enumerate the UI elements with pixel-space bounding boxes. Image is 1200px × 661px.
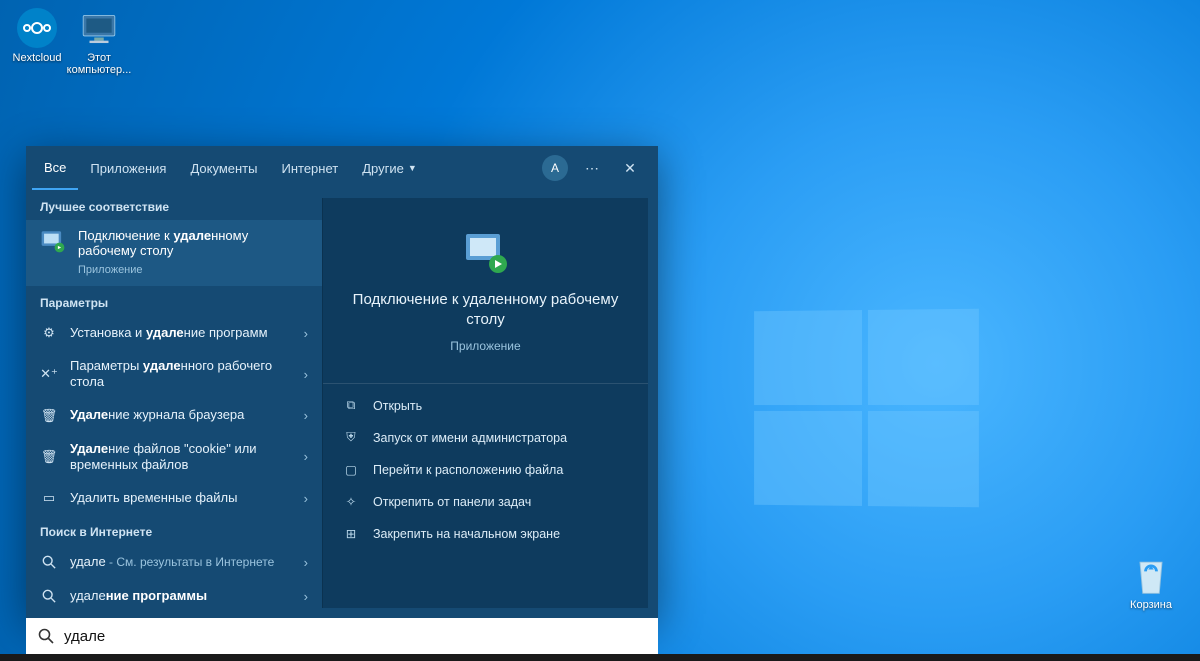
action-run-as-admin[interactable]: ⛨ Запуск от имени администратора bbox=[323, 422, 648, 454]
tab-documents[interactable]: Документы bbox=[178, 146, 269, 190]
close-button[interactable]: ✕ bbox=[616, 154, 644, 182]
recycle-bin-icon bbox=[1131, 555, 1171, 595]
chevron-right-icon: › bbox=[304, 408, 308, 423]
search-results-list: Лучшее соответствие Подключение к удален… bbox=[26, 190, 322, 618]
desktop-icon-label: Этот компьютер... bbox=[62, 52, 136, 76]
pin-icon: ⊞ bbox=[343, 526, 359, 542]
cookie-icon: 🗑 bbox=[40, 448, 58, 466]
chevron-right-icon: › bbox=[304, 326, 308, 341]
preview-type: Приложение bbox=[351, 339, 620, 353]
settings-result-clear-cookies[interactable]: 🗑 Удаление файлов "cookie" или временных… bbox=[26, 433, 322, 482]
tab-apps[interactable]: Приложения bbox=[78, 146, 178, 190]
section-settings: Параметры bbox=[26, 286, 322, 316]
desktop-icon-this-pc[interactable]: Этот компьютер... bbox=[62, 8, 136, 76]
windows-logo-backdrop bbox=[754, 309, 979, 508]
best-match-title: Подключение к удаленному рабочему столу bbox=[78, 228, 308, 258]
search-icon bbox=[38, 628, 54, 644]
best-match-type: Приложение bbox=[78, 264, 308, 276]
open-icon: ⧉ bbox=[343, 398, 359, 414]
search-input[interactable] bbox=[64, 628, 646, 645]
action-pin-start[interactable]: ⊞ Закрепить на начальном экране bbox=[323, 518, 648, 550]
action-open-file-location[interactable]: ▢ Перейти к расположению файла bbox=[323, 454, 648, 486]
taskbar-search-box[interactable] bbox=[26, 618, 658, 654]
best-match-item[interactable]: Подключение к удаленному рабочему столу … bbox=[26, 220, 322, 286]
search-icon bbox=[40, 587, 58, 605]
folder-icon: ▢ bbox=[343, 462, 359, 478]
chevron-right-icon: › bbox=[304, 367, 308, 382]
search-icon bbox=[40, 553, 58, 571]
search-panel-header: Все Приложения Документы Интернет Другие… bbox=[26, 146, 658, 190]
computer-icon bbox=[79, 8, 119, 48]
more-options-button[interactable]: ⋯ bbox=[578, 154, 606, 182]
preview-title: Подключение к удаленному рабочему столу bbox=[351, 290, 620, 331]
shield-icon: ⛨ bbox=[343, 430, 359, 446]
divider bbox=[323, 383, 648, 384]
search-preview-pane: Подключение к удаленному рабочему столу … bbox=[322, 198, 648, 608]
web-result-0[interactable]: удале - См. результаты в Интернете › bbox=[26, 545, 322, 579]
chevron-right-icon: › bbox=[304, 555, 308, 570]
chevron-right-icon: › bbox=[304, 589, 308, 604]
preview-app-icon bbox=[462, 228, 510, 276]
chevron-down-icon: ▼ bbox=[408, 163, 417, 173]
desktop-icon-label: Корзина bbox=[1114, 599, 1188, 611]
section-web-search: Поиск в Интернете bbox=[26, 515, 322, 545]
settings-result-uninstall-programs[interactable]: ⚙ Установка и удаление программ › bbox=[26, 316, 322, 350]
gear-icon: ⚙ bbox=[40, 324, 58, 342]
remote-desktop-icon bbox=[40, 228, 66, 254]
section-best-match: Лучшее соответствие bbox=[26, 190, 322, 220]
user-avatar[interactable]: A bbox=[542, 155, 568, 181]
tab-all[interactable]: Все bbox=[32, 146, 78, 190]
action-unpin-taskbar[interactable]: ✧ Открепить от панели задач bbox=[323, 486, 648, 518]
action-open[interactable]: ⧉ Открыть bbox=[323, 390, 648, 422]
taskbar[interactable] bbox=[0, 654, 1200, 661]
unpin-icon: ✧ bbox=[343, 494, 359, 510]
history-icon: 🗑 bbox=[40, 407, 58, 425]
web-result-1[interactable]: удаление программы › bbox=[26, 579, 322, 613]
storage-icon: ▭ bbox=[40, 489, 58, 507]
start-search-panel: Все Приложения Документы Интернет Другие… bbox=[26, 146, 658, 618]
tab-internet[interactable]: Интернет bbox=[269, 146, 350, 190]
settings-result-delete-temp-files[interactable]: ▭ Удалить временные файлы › bbox=[26, 481, 322, 515]
settings-result-remote-desktop-params[interactable]: ✕⁺ Параметры удаленного рабочего стола › bbox=[26, 350, 322, 399]
chevron-right-icon: › bbox=[304, 449, 308, 464]
remote-icon: ✕⁺ bbox=[40, 365, 58, 383]
nextcloud-icon bbox=[17, 8, 57, 48]
desktop-icon-recycle-bin[interactable]: Корзина bbox=[1114, 555, 1188, 611]
chevron-right-icon: › bbox=[304, 491, 308, 506]
settings-result-clear-browser-log[interactable]: 🗑 Удаление журнала браузера › bbox=[26, 399, 322, 433]
tab-more[interactable]: Другие▼ bbox=[350, 146, 429, 190]
